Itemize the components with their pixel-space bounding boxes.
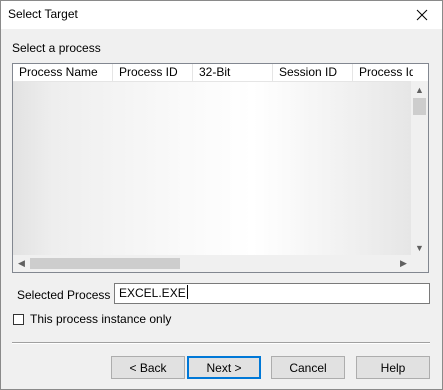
- title-bar: Select Target: [1, 1, 442, 29]
- vertical-scroll-thumb[interactable]: [413, 98, 426, 115]
- selected-process-value: EXCEL.EXE: [119, 286, 186, 300]
- scroll-right-icon[interactable]: ▶: [395, 255, 412, 272]
- back-button[interactable]: < Back: [111, 356, 185, 379]
- column-header-32-bit[interactable]: 32-Bit: [193, 64, 273, 81]
- scroll-up-icon[interactable]: ▲: [411, 81, 428, 98]
- instance-only-option[interactable]: This process instance only: [13, 312, 171, 326]
- text-caret: [186, 285, 188, 299]
- select-target-dialog: Select Target Select a process Process N…: [0, 0, 443, 390]
- selected-process-input[interactable]: EXCEL.EXE: [114, 283, 430, 304]
- instance-only-checkbox[interactable]: [13, 313, 24, 325]
- selected-process-label: Selected Process: [17, 288, 111, 302]
- column-header-session-id[interactable]: Session ID: [273, 64, 353, 81]
- column-header-process-id[interactable]: Process ID: [113, 64, 193, 81]
- scroll-left-icon[interactable]: ◀: [13, 255, 30, 272]
- horizontal-scroll-thumb[interactable]: [30, 258, 180, 269]
- vertical-scrollbar[interactable]: ▲ ▼: [411, 81, 428, 256]
- horizontal-scrollbar[interactable]: ◀ ▶: [13, 255, 412, 272]
- instance-only-label: This process instance only: [30, 312, 172, 326]
- help-button[interactable]: Help: [356, 356, 430, 379]
- list-header: Process Name Process ID 32-Bit Session I…: [13, 64, 428, 82]
- column-header-process-identity[interactable]: Process Ide: [353, 64, 413, 81]
- close-icon: [416, 9, 428, 21]
- process-list[interactable]: Process Name Process ID 32-Bit Session I…: [12, 63, 429, 273]
- close-button[interactable]: [402, 1, 442, 29]
- process-list-body[interactable]: [13, 82, 412, 256]
- scroll-down-icon[interactable]: ▼: [411, 239, 428, 256]
- scrollbar-corner: [411, 255, 428, 272]
- column-header-process-name[interactable]: Process Name: [13, 64, 113, 81]
- dialog-title: Select Target: [8, 7, 78, 21]
- cancel-button[interactable]: Cancel: [271, 356, 345, 379]
- next-button[interactable]: Next >: [187, 356, 261, 379]
- separator: [12, 342, 430, 344]
- section-label: Select a process: [12, 41, 101, 55]
